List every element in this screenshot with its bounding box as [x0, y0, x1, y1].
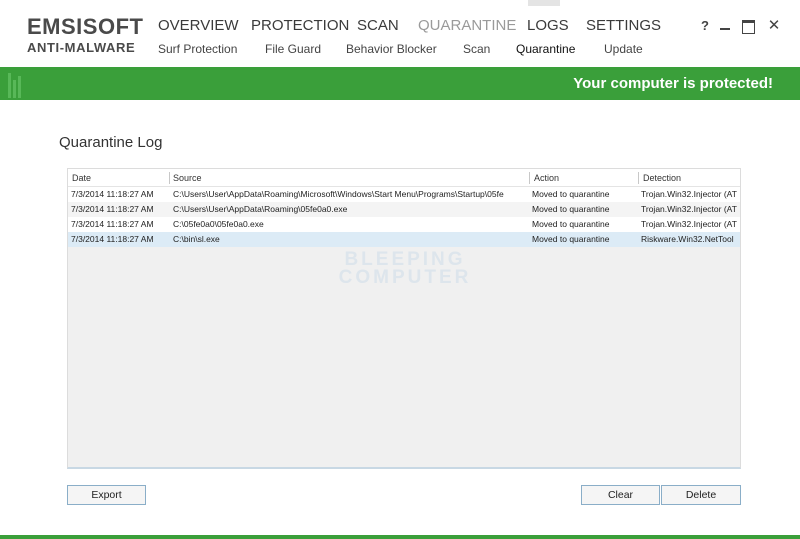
cell-detection: Trojan.Win32.Injector (AT	[641, 219, 737, 229]
nav-overview[interactable]: OVERVIEW	[158, 17, 239, 37]
table-row[interactable]: 7/3/2014 11:18:27 AM C:\Users\User\AppDa…	[68, 187, 740, 202]
nav-quarantine[interactable]: QUARANTINE	[418, 0, 561, 37]
export-button[interactable]: Export	[67, 485, 146, 505]
table-header: Date Source Action Detection	[68, 169, 740, 187]
protection-status-text: Your computer is protected!	[573, 75, 773, 92]
help-button[interactable]: ?	[697, 18, 713, 34]
column-header-date[interactable]: Date	[72, 173, 91, 183]
minimize-button[interactable]	[717, 18, 733, 34]
clear-button[interactable]: Clear	[581, 485, 660, 505]
table-row-selected[interactable]: 7/3/2014 11:18:27 AM C:\bin\sl.exe Moved…	[68, 232, 740, 247]
nav-logs[interactable]: LOGS	[527, 17, 569, 37]
close-button[interactable]: ✕	[766, 18, 782, 34]
nav-scan[interactable]: SCAN	[357, 17, 399, 37]
column-header-source[interactable]: Source	[173, 173, 202, 183]
cell-action: Moved to quarantine	[532, 189, 610, 199]
cell-detection: Riskware.Win32.NetTool	[641, 234, 734, 244]
cell-detection: Trojan.Win32.Injector (AT	[641, 204, 737, 214]
cell-action: Moved to quarantine	[532, 219, 610, 229]
nav-settings[interactable]: SETTINGS	[586, 17, 661, 37]
column-divider[interactable]	[529, 172, 530, 184]
nav-protection[interactable]: PROTECTION	[251, 17, 349, 37]
logo-line-2: ANTI-MALWARE	[27, 40, 136, 55]
subnav-quarantine[interactable]: Quarantine	[516, 42, 575, 56]
subnav-update[interactable]: Update	[604, 42, 643, 56]
logo-line-1: EMSISOFT	[27, 14, 144, 39]
cell-date: 7/3/2014 11:18:27 AM	[71, 234, 154, 244]
column-divider[interactable]	[169, 172, 170, 184]
cell-date: 7/3/2014 11:18:27 AM	[71, 204, 154, 214]
cell-source: C:\bin\sl.exe	[173, 234, 220, 244]
protection-status-bar: Your computer is protected!	[0, 67, 800, 100]
table-row[interactable]: 7/3/2014 11:18:27 AM C:\Users\User\AppDa…	[68, 202, 740, 217]
column-header-detection[interactable]: Detection	[643, 173, 681, 183]
delete-button[interactable]: Delete	[661, 485, 741, 505]
quarantine-log-table[interactable]: Date Source Action Detection 7/3/2014 11…	[67, 168, 741, 469]
cell-date: 7/3/2014 11:18:27 AM	[71, 219, 154, 229]
maximize-button[interactable]	[740, 18, 756, 34]
cell-source: C:\Users\User\AppData\Roaming\Microsoft\…	[173, 189, 504, 199]
bleeping-computer-watermark: BLEEPING COMPUTER	[330, 250, 480, 288]
column-divider[interactable]	[638, 172, 639, 184]
bottom-status-strip	[0, 535, 800, 539]
cell-source: C:\Users\User\AppData\Roaming\05fe0a0.ex…	[173, 204, 348, 214]
watermark-line-2: COMPUTER	[338, 267, 472, 288]
page-title: Quarantine Log	[59, 134, 163, 151]
cell-detection: Trojan.Win32.Injector (AT	[641, 189, 737, 199]
subnav-surf-protection[interactable]: Surf Protection	[158, 42, 237, 56]
table-row[interactable]: 7/3/2014 11:18:27 AM C:\05fe0a0\05fe0a0.…	[68, 217, 740, 232]
cell-action: Moved to quarantine	[532, 204, 610, 214]
cell-source: C:\05fe0a0\05fe0a0.exe	[173, 219, 264, 229]
subnav-file-guard[interactable]: File Guard	[265, 42, 321, 56]
subnav-behavior-blocker[interactable]: Behavior Blocker	[346, 42, 437, 56]
cell-action: Moved to quarantine	[532, 234, 610, 244]
column-header-action[interactable]: Action	[534, 173, 559, 183]
cell-date: 7/3/2014 11:18:27 AM	[71, 189, 154, 199]
subnav-scan[interactable]: Scan	[463, 42, 490, 56]
emsisoft-logo: EMSISOFT ANTI-MALWARE	[27, 14, 144, 56]
app-header: EMSISOFT ANTI-MALWARE OVERVIEW PROTECTIO…	[0, 0, 800, 67]
